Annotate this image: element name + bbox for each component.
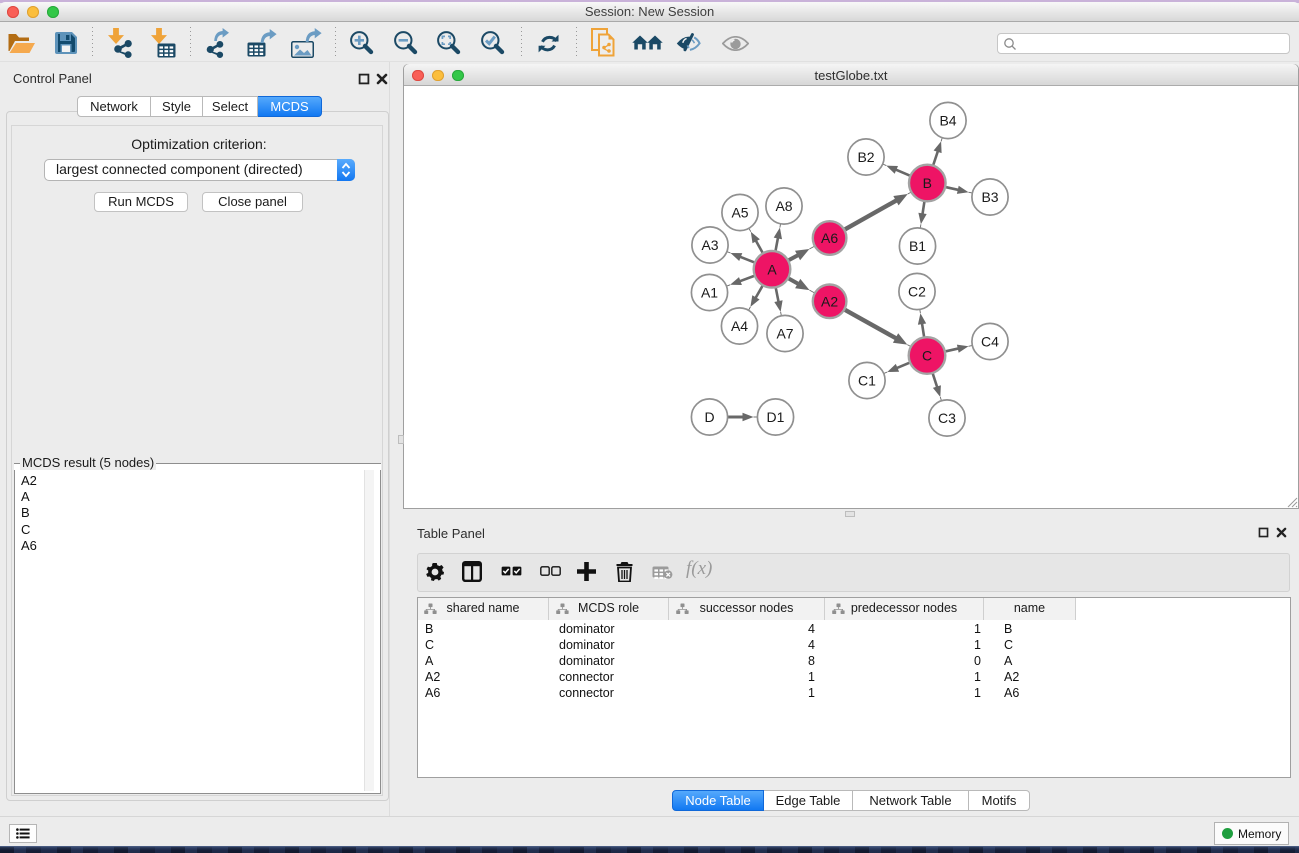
svg-text:C3: C3 bbox=[938, 410, 956, 426]
svg-text:B3: B3 bbox=[981, 189, 998, 205]
svg-text:D1: D1 bbox=[767, 409, 785, 425]
svg-text:C: C bbox=[922, 348, 932, 364]
svg-text:C4: C4 bbox=[981, 334, 999, 350]
svg-text:B1: B1 bbox=[909, 238, 926, 254]
svg-text:D: D bbox=[704, 409, 714, 425]
svg-text:B2: B2 bbox=[857, 149, 874, 165]
svg-text:A7: A7 bbox=[776, 326, 793, 342]
svg-text:A3: A3 bbox=[701, 237, 718, 253]
svg-text:C1: C1 bbox=[858, 373, 876, 389]
svg-text:B4: B4 bbox=[939, 113, 956, 129]
svg-text:A1: A1 bbox=[701, 285, 718, 301]
svg-text:A6: A6 bbox=[821, 230, 838, 246]
svg-text:A8: A8 bbox=[775, 198, 792, 214]
svg-text:C2: C2 bbox=[908, 284, 926, 300]
svg-text:A: A bbox=[767, 261, 777, 277]
svg-text:A4: A4 bbox=[731, 318, 748, 334]
svg-text:B: B bbox=[923, 175, 932, 191]
svg-text:A2: A2 bbox=[821, 293, 838, 309]
svg-text:A5: A5 bbox=[731, 205, 748, 221]
